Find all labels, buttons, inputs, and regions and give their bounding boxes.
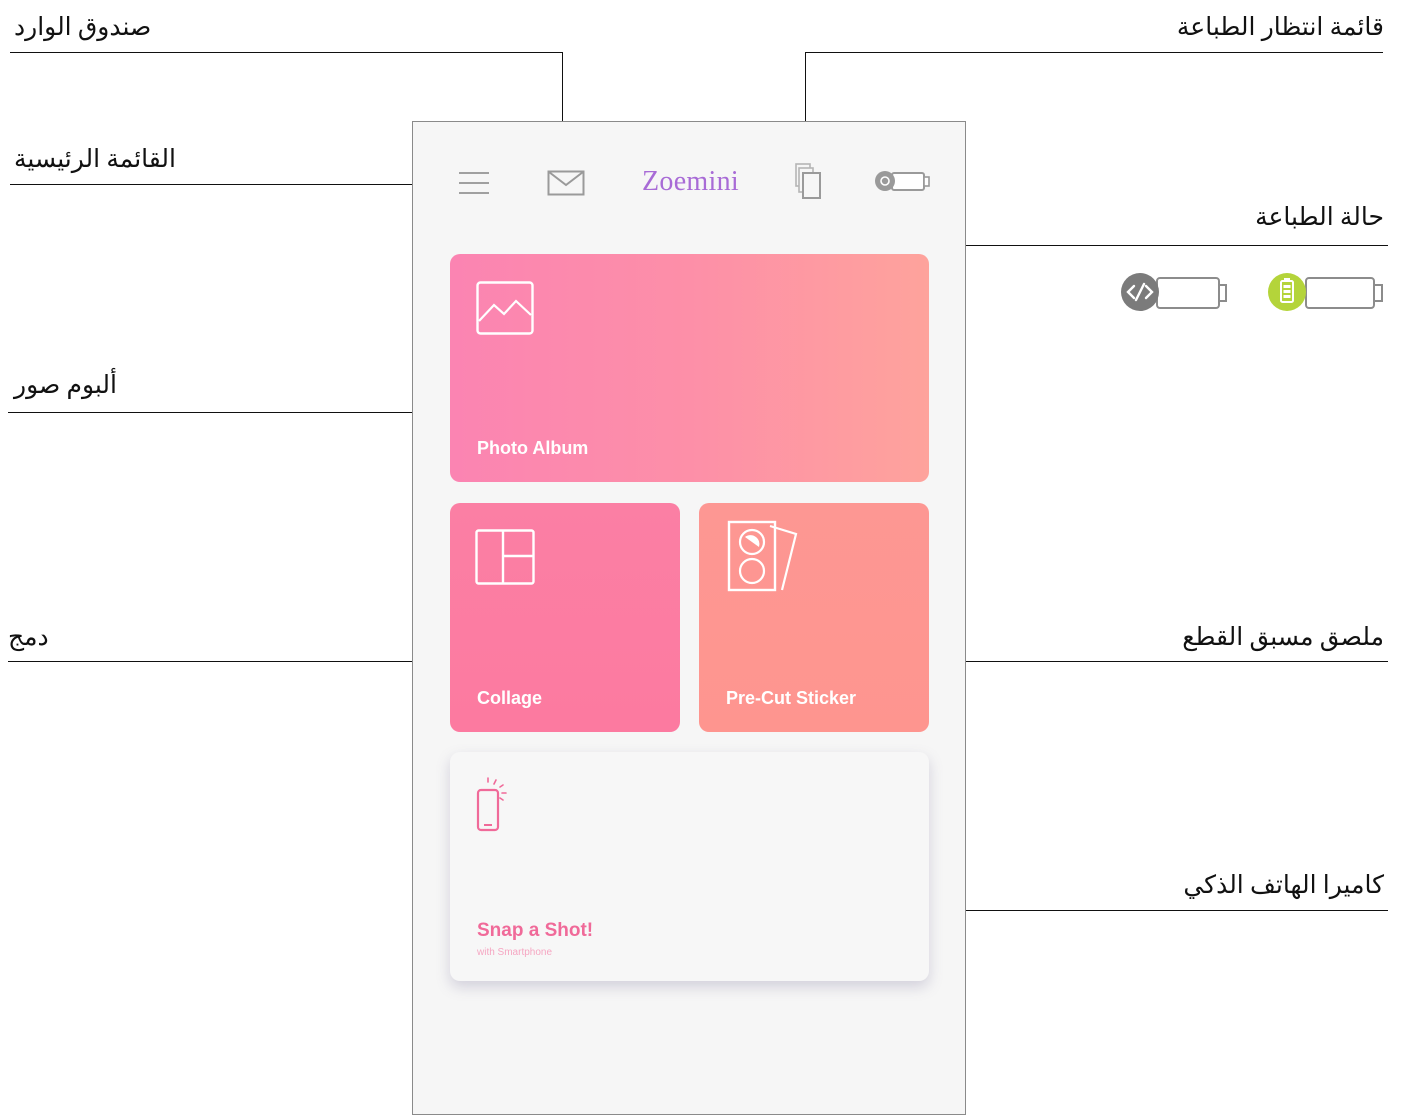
photo-album-label: Photo Album (477, 438, 589, 458)
callout-print-queue: قائمة انتظار الطباعة (1176, 14, 1384, 41)
callout-main-menu: القائمة الرئيسية (14, 146, 176, 173)
precut-sticker-label: Pre-Cut Sticker (726, 688, 857, 708)
collage-grid-icon (475, 529, 535, 585)
callout-precut-sticker: ملصق مسبق القطع (1182, 624, 1384, 651)
snap-a-shot-sublabel: with Smartphone (477, 947, 553, 958)
print-queue-icon[interactable] (792, 162, 826, 200)
callout-printer-status: حالة الطباعة (1255, 204, 1384, 231)
collage-label: Collage (477, 688, 543, 708)
app-title: Zoemini (642, 166, 739, 197)
callout-photo-album: ألبوم صور (14, 372, 117, 399)
callout-inbox: صندوق الوارد (14, 14, 152, 41)
snap-a-shot-label: Snap a Shot! (477, 920, 594, 941)
printer-status-icon[interactable] (872, 168, 932, 196)
leader-queue-h (805, 52, 1383, 53)
callout-smartphone-camera: كاميرا الهاتف الذكي (1183, 872, 1384, 899)
image-icon (476, 281, 534, 335)
smartphone-icon (474, 776, 514, 832)
leader-menu-h (10, 184, 450, 185)
status-connected (1266, 270, 1386, 314)
menu-icon[interactable] (458, 170, 490, 196)
callout-collage: دمج (8, 624, 49, 651)
leader-inbox-h (10, 52, 562, 53)
status-disconnected (1117, 270, 1237, 314)
mail-icon[interactable] (547, 170, 585, 196)
sticker-sheet-icon (726, 520, 800, 592)
leader-status-h (900, 245, 1388, 246)
